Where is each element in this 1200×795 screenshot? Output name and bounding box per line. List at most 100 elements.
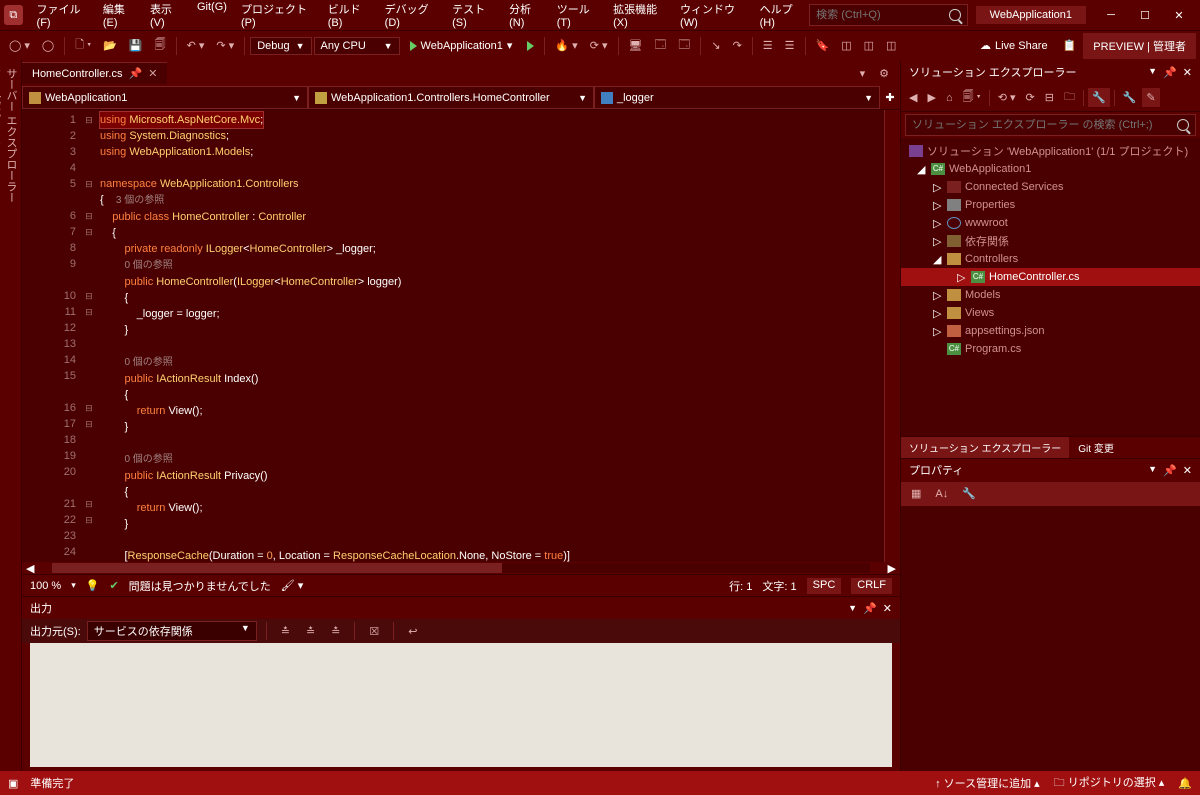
- lightbulb-icon[interactable]: 💡: [86, 579, 100, 592]
- tree-project[interactable]: ◢C#WebApplication1: [901, 160, 1200, 178]
- run-no-debug-button[interactable]: [522, 38, 539, 54]
- browser-link-button[interactable]: 🖥: [624, 36, 648, 55]
- tree-solution-root[interactable]: ソリューション 'WebApplication1' (1/1 プロジェクト): [901, 142, 1200, 160]
- menu-window[interactable]: ウィンドウ(W): [674, 0, 752, 33]
- nav-member-dropdown[interactable]: _logger▼: [594, 86, 880, 109]
- close-tab-button[interactable]: ✕: [148, 67, 157, 80]
- se-switch-button[interactable]: 🗐 ▾: [959, 85, 985, 110]
- se-refresh-button[interactable]: ⟳: [1022, 88, 1039, 107]
- close-icon[interactable]: ✕: [883, 602, 892, 615]
- tree-appsettings[interactable]: ▷appsettings.json: [901, 322, 1200, 340]
- nav-forward-button[interactable]: ◯: [37, 36, 59, 55]
- menu-project[interactable]: プロジェクト(P): [235, 0, 320, 33]
- se-fwd-button[interactable]: ▶: [923, 88, 939, 107]
- menu-tools[interactable]: ツール(T): [551, 0, 605, 33]
- nav-back-button[interactable]: ◯ ▾: [4, 36, 35, 55]
- split-button[interactable]: ✚: [880, 86, 900, 109]
- breakpoint-margin[interactable]: [22, 110, 36, 562]
- sb-repo[interactable]: 🗀 リポジトリの選択 ▴: [1054, 774, 1165, 793]
- tree-wwwroot[interactable]: ▷wwwroot: [901, 214, 1200, 232]
- se-preview-button[interactable]: 🔧: [1119, 88, 1141, 107]
- close-button[interactable]: ✕: [1162, 2, 1196, 28]
- indent-indicator[interactable]: SPC: [807, 578, 842, 594]
- close-icon[interactable]: ✕: [1183, 464, 1192, 477]
- menu-git[interactable]: Git(G): [191, 0, 233, 33]
- file-tab-homecontroller[interactable]: HomeController.cs 📌 ✕: [22, 62, 167, 84]
- close-icon[interactable]: ✕: [1183, 66, 1192, 79]
- line-indicator[interactable]: 行: 1: [729, 578, 752, 594]
- menu-help[interactable]: ヘルプ(H): [754, 0, 810, 33]
- tab-settings-button[interactable]: ⚙: [874, 64, 894, 83]
- properties-body[interactable]: [901, 506, 1200, 772]
- tb-btn-8[interactable]: ◫: [881, 36, 901, 55]
- tree-program[interactable]: C#Program.cs: [901, 340, 1200, 358]
- live-share-button[interactable]: ☁ Live Share: [972, 36, 1056, 55]
- se-settings-button[interactable]: ✎: [1142, 88, 1159, 107]
- menu-edit[interactable]: 編集(E): [97, 0, 142, 33]
- tb-btn-6[interactable]: ◫: [836, 36, 856, 55]
- open-button[interactable]: 📂: [98, 36, 122, 55]
- sb-notifications[interactable]: 🔔: [1178, 777, 1192, 790]
- menu-debug[interactable]: デバッグ(D): [379, 0, 444, 33]
- step-over-button[interactable]: ↷: [728, 36, 747, 55]
- tree-controllers[interactable]: ◢Controllers: [901, 250, 1200, 268]
- platform-dropdown[interactable]: Any CPU▼: [314, 37, 400, 55]
- pin-icon[interactable]: 📌: [1163, 66, 1177, 79]
- tree-models[interactable]: ▷Models: [901, 286, 1200, 304]
- char-indicator[interactable]: 文字: 1: [762, 578, 796, 594]
- menu-build[interactable]: ビルド(B): [322, 0, 377, 33]
- tree-dependencies[interactable]: ▷依存関係: [901, 232, 1200, 250]
- se-back-button[interactable]: ◀: [905, 88, 921, 107]
- output-source-dropdown[interactable]: サービスの依存関係▼: [87, 621, 257, 641]
- se-collapse-button[interactable]: ⊟: [1041, 88, 1058, 107]
- wrap-button[interactable]: ↩: [403, 622, 422, 641]
- vertical-scrollbar[interactable]: [884, 110, 900, 562]
- save-button[interactable]: 💾: [124, 36, 148, 55]
- output-body[interactable]: [30, 643, 892, 767]
- nav-class-dropdown[interactable]: WebApplication1.Controllers.HomeControll…: [308, 86, 594, 109]
- save-all-button[interactable]: 🗐: [150, 33, 171, 58]
- output-btn-2[interactable]: ≛: [301, 622, 320, 641]
- props-az-button[interactable]: A↓: [931, 485, 952, 503]
- output-btn-3[interactable]: ≛: [326, 622, 345, 641]
- se-showall-button[interactable]: 🗀: [1060, 85, 1079, 110]
- redo-button[interactable]: ↷ ▾: [211, 36, 239, 55]
- tb-btn-4[interactable]: ☰: [758, 36, 778, 55]
- tree-homecontroller[interactable]: ▷C#HomeController.cs: [901, 268, 1200, 286]
- tree-connected-services[interactable]: ▷Connected Services: [901, 178, 1200, 196]
- tree-views[interactable]: ▷Views: [901, 304, 1200, 322]
- tab-git-changes[interactable]: Git 変更: [1070, 437, 1122, 458]
- props-cat-button[interactable]: ▦: [907, 484, 925, 503]
- tab-solution-explorer[interactable]: ソリューション エクスプローラー: [901, 437, 1069, 458]
- output-btn-1[interactable]: ≛: [276, 622, 295, 641]
- config-dropdown[interactable]: Debug▼: [250, 37, 311, 55]
- pin-icon[interactable]: 📌: [1163, 464, 1177, 477]
- nav-project-dropdown[interactable]: WebApplication1▼: [22, 86, 308, 109]
- se-search-input[interactable]: [912, 119, 1177, 131]
- tb-btn-5[interactable]: ☰: [780, 36, 800, 55]
- code-editor[interactable]: 1234567891011121314151617181920212223242…: [22, 110, 900, 562]
- pin-icon[interactable]: 📌: [128, 67, 142, 80]
- se-sync-button[interactable]: ⟲ ▾: [994, 88, 1020, 107]
- maximize-button[interactable]: ☐: [1128, 2, 1162, 28]
- solution-tree[interactable]: ソリューション 'WebApplication1' (1/1 プロジェクト) ◢…: [901, 138, 1200, 436]
- quick-search-input[interactable]: [816, 9, 949, 21]
- menu-file[interactable]: ファイル(F): [31, 0, 95, 33]
- menu-analyze[interactable]: 分析(N): [503, 0, 549, 33]
- solution-explorer-search[interactable]: [905, 114, 1196, 136]
- sb-source-control[interactable]: ↑ ソース管理に追加 ▴: [935, 775, 1040, 791]
- new-project-button[interactable]: 🗋 ▾: [70, 33, 96, 58]
- pin-icon[interactable]: 📌: [863, 602, 877, 615]
- dropdown-icon[interactable]: ▼: [1148, 464, 1157, 477]
- fold-margin[interactable]: ⊟⊟⊟⊟⊟⊟⊟⊟⊟⊟⊟⊟: [82, 110, 96, 562]
- se-home-button[interactable]: ⌂: [942, 89, 957, 107]
- minimize-button[interactable]: ─: [1094, 2, 1128, 28]
- refresh-button[interactable]: ⟳ ▾: [585, 36, 613, 55]
- zoom-level[interactable]: 100 %: [30, 580, 61, 592]
- horizontal-scrollbar[interactable]: ◀▶: [22, 562, 900, 574]
- tree-properties[interactable]: ▷Properties: [901, 196, 1200, 214]
- quick-search[interactable]: [809, 4, 967, 26]
- menu-extensions[interactable]: 拡張機能(X): [607, 0, 672, 33]
- code-content[interactable]: using Microsoft.AspNetCore.Mvc; using Sy…: [96, 110, 884, 562]
- feedback-button[interactable]: 📋: [1058, 36, 1082, 55]
